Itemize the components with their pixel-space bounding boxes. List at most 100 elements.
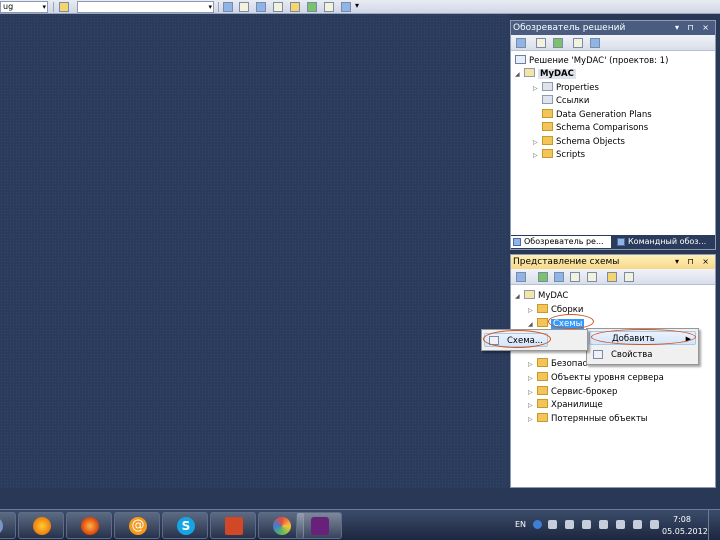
command-window-icon[interactable] (341, 2, 351, 12)
filter-icon[interactable] (570, 272, 580, 282)
tree-item-scripts[interactable]: ▷ Scripts (533, 149, 585, 162)
taskbar-app-button[interactable]: S (162, 512, 208, 539)
language-indicator[interactable]: EN (515, 520, 526, 529)
schema-item-assemblies[interactable]: ▷ Сборки (528, 304, 583, 317)
schema-view-title: Представление схемы ▾ ⊓ × (511, 255, 715, 269)
network-icon[interactable] (633, 520, 642, 529)
action-center-icon[interactable] (616, 520, 625, 529)
toolbox-icon[interactable] (273, 2, 283, 12)
schema-item-service-broker[interactable]: ▷ Сервис-брокер (528, 386, 617, 399)
solution-node[interactable]: Решение 'MyDAC' (проектов: 1) (515, 55, 668, 68)
menu-item-label: Схема... (507, 336, 543, 346)
schema-item-server-objects[interactable]: ▷ Объекты уровня сервера (528, 372, 664, 385)
solution-node-label: Решение 'MyDAC' (проектов: 1) (529, 56, 669, 66)
menu-item-schema[interactable]: Схема... (484, 333, 548, 347)
find-in-files-icon[interactable] (59, 2, 69, 12)
schema-item-security[interactable]: ▷ Безопас (528, 358, 587, 371)
tree-item-label: Schema Objects (556, 137, 625, 147)
find-combo[interactable]: ▾ (77, 1, 214, 13)
solution-explorer-icon[interactable] (223, 2, 233, 12)
tray-expand-icon[interactable] (548, 520, 557, 529)
collapsed-arrow-icon[interactable]: ▷ (528, 413, 537, 426)
menu-item-properties[interactable]: Свойства (589, 348, 696, 362)
volume-icon[interactable] (650, 520, 659, 529)
tools-icon[interactable] (290, 2, 300, 12)
schema-item-label: Объекты уровня сервера (551, 373, 664, 383)
show-dependencies-icon[interactable] (587, 272, 597, 282)
clock-date[interactable]: 05.05.2012 (662, 527, 708, 536)
properties-icon[interactable] (516, 272, 526, 282)
help-icon[interactable] (533, 520, 542, 529)
solution-explorer-panel: Обозреватель решений ▾ ⊓ × Решение 'MyDA… (510, 20, 716, 250)
taskbar-app-button[interactable]: @ (114, 512, 160, 539)
taskbar-app-button[interactable] (210, 512, 256, 539)
schema-view-icon[interactable] (590, 38, 600, 48)
paint-icon (273, 517, 291, 535)
project-node[interactable]: ◢ MyDAC (515, 68, 576, 81)
tree-item-properties[interactable]: ▷ Properties (533, 82, 599, 95)
tree-item-schema-objects[interactable]: ▷ Schema Objects (533, 136, 625, 149)
taskbar-app-button[interactable] (18, 512, 64, 539)
schema-item-storage[interactable]: ▷ Хранилище (528, 399, 603, 412)
taskbar-app-button[interactable] (0, 512, 16, 539)
safely-remove-icon[interactable] (582, 520, 591, 529)
tray-app-icon[interactable] (565, 520, 574, 529)
taskbar-app-button-visual-studio[interactable] (296, 512, 342, 539)
sort-by-type-icon[interactable] (554, 272, 564, 282)
refresh-icon[interactable] (538, 272, 548, 282)
show-all-files-icon[interactable] (536, 38, 546, 48)
properties-icon (593, 350, 603, 359)
refresh-icon[interactable] (553, 38, 563, 48)
project-node-label: MyDAC (538, 69, 576, 79)
mail-icon: @ (129, 517, 147, 535)
collapsed-arrow-icon[interactable]: ▷ (528, 304, 537, 317)
schema-root-node[interactable]: ◢ MyDAC (515, 290, 568, 303)
toolbar-overflow-icon[interactable]: ▾ (355, 1, 359, 10)
tree-item-schema-comparisons[interactable]: Schema Comparisons (542, 122, 648, 135)
object-browser-icon[interactable] (256, 2, 266, 12)
clock-time[interactable]: 7:08 (673, 515, 691, 524)
expanded-arrow-icon[interactable]: ◢ (515, 290, 524, 303)
schema-item-label: Потерянные объекты (551, 414, 648, 424)
menu-item-add[interactable]: Добавить ▶ (589, 331, 696, 345)
configuration-combo[interactable]: ug ▾ (0, 1, 48, 13)
collapsed-arrow-icon[interactable]: ▷ (533, 136, 542, 149)
folder-icon (537, 358, 548, 367)
solution-explorer-tabs: Обозреватель ре... Командный обоз... (511, 235, 715, 249)
tree-item-label: Scripts (556, 150, 586, 160)
tree-item-references[interactable]: Ссылки (542, 95, 589, 108)
schema-view-title-text: Представление схемы (513, 257, 620, 267)
solution-explorer-title-text: Обозреватель решений (513, 23, 626, 33)
collapsed-arrow-icon[interactable]: ▷ (528, 372, 537, 385)
schema-item-orphaned-objects[interactable]: ▷ Потерянные объекты (528, 413, 648, 426)
view-icon[interactable] (624, 272, 634, 282)
start-page-icon[interactable] (324, 2, 334, 12)
expanded-arrow-icon[interactable]: ◢ (515, 68, 524, 81)
tab-solution-explorer[interactable]: Обозреватель ре... (511, 236, 611, 248)
add-object-icon[interactable] (607, 272, 617, 282)
tab-team-explorer[interactable]: Командный обоз... (615, 236, 715, 248)
collapsed-arrow-icon[interactable]: ▷ (528, 386, 537, 399)
folder-icon (537, 372, 548, 381)
collapsed-arrow-icon[interactable]: ▷ (533, 149, 542, 162)
tab-label: Командный обоз... (628, 237, 707, 246)
add-submenu: Схема... (481, 329, 588, 351)
show-desktop-button[interactable] (708, 510, 720, 540)
collapsed-arrow-icon[interactable]: ▷ (533, 82, 542, 95)
skype-icon: S (177, 517, 195, 535)
schema-view-panel: Представление схемы ▾ ⊓ × ◢ MyDAC ▷ Сборки… (510, 254, 716, 488)
toolbar-separator (53, 2, 54, 12)
panel-window-buttons[interactable]: ▾ ⊓ × (675, 255, 712, 269)
properties-icon[interactable] (239, 2, 249, 12)
solution-explorer-icon (513, 238, 521, 246)
extension-manager-icon[interactable] (307, 2, 317, 12)
tray-app-icon[interactable] (599, 520, 608, 529)
tree-item-data-generation-plans[interactable]: Data Generation Plans (542, 109, 652, 122)
properties-icon[interactable] (516, 38, 526, 48)
submenu-arrow-icon: ▶ (685, 335, 691, 343)
taskbar-app-button[interactable] (66, 512, 112, 539)
panel-window-buttons[interactable]: ▾ ⊓ × (675, 21, 712, 35)
collapsed-arrow-icon[interactable]: ▷ (528, 399, 537, 412)
collapsed-arrow-icon[interactable]: ▷ (528, 358, 537, 371)
view-class-diagram-icon[interactable] (573, 38, 583, 48)
